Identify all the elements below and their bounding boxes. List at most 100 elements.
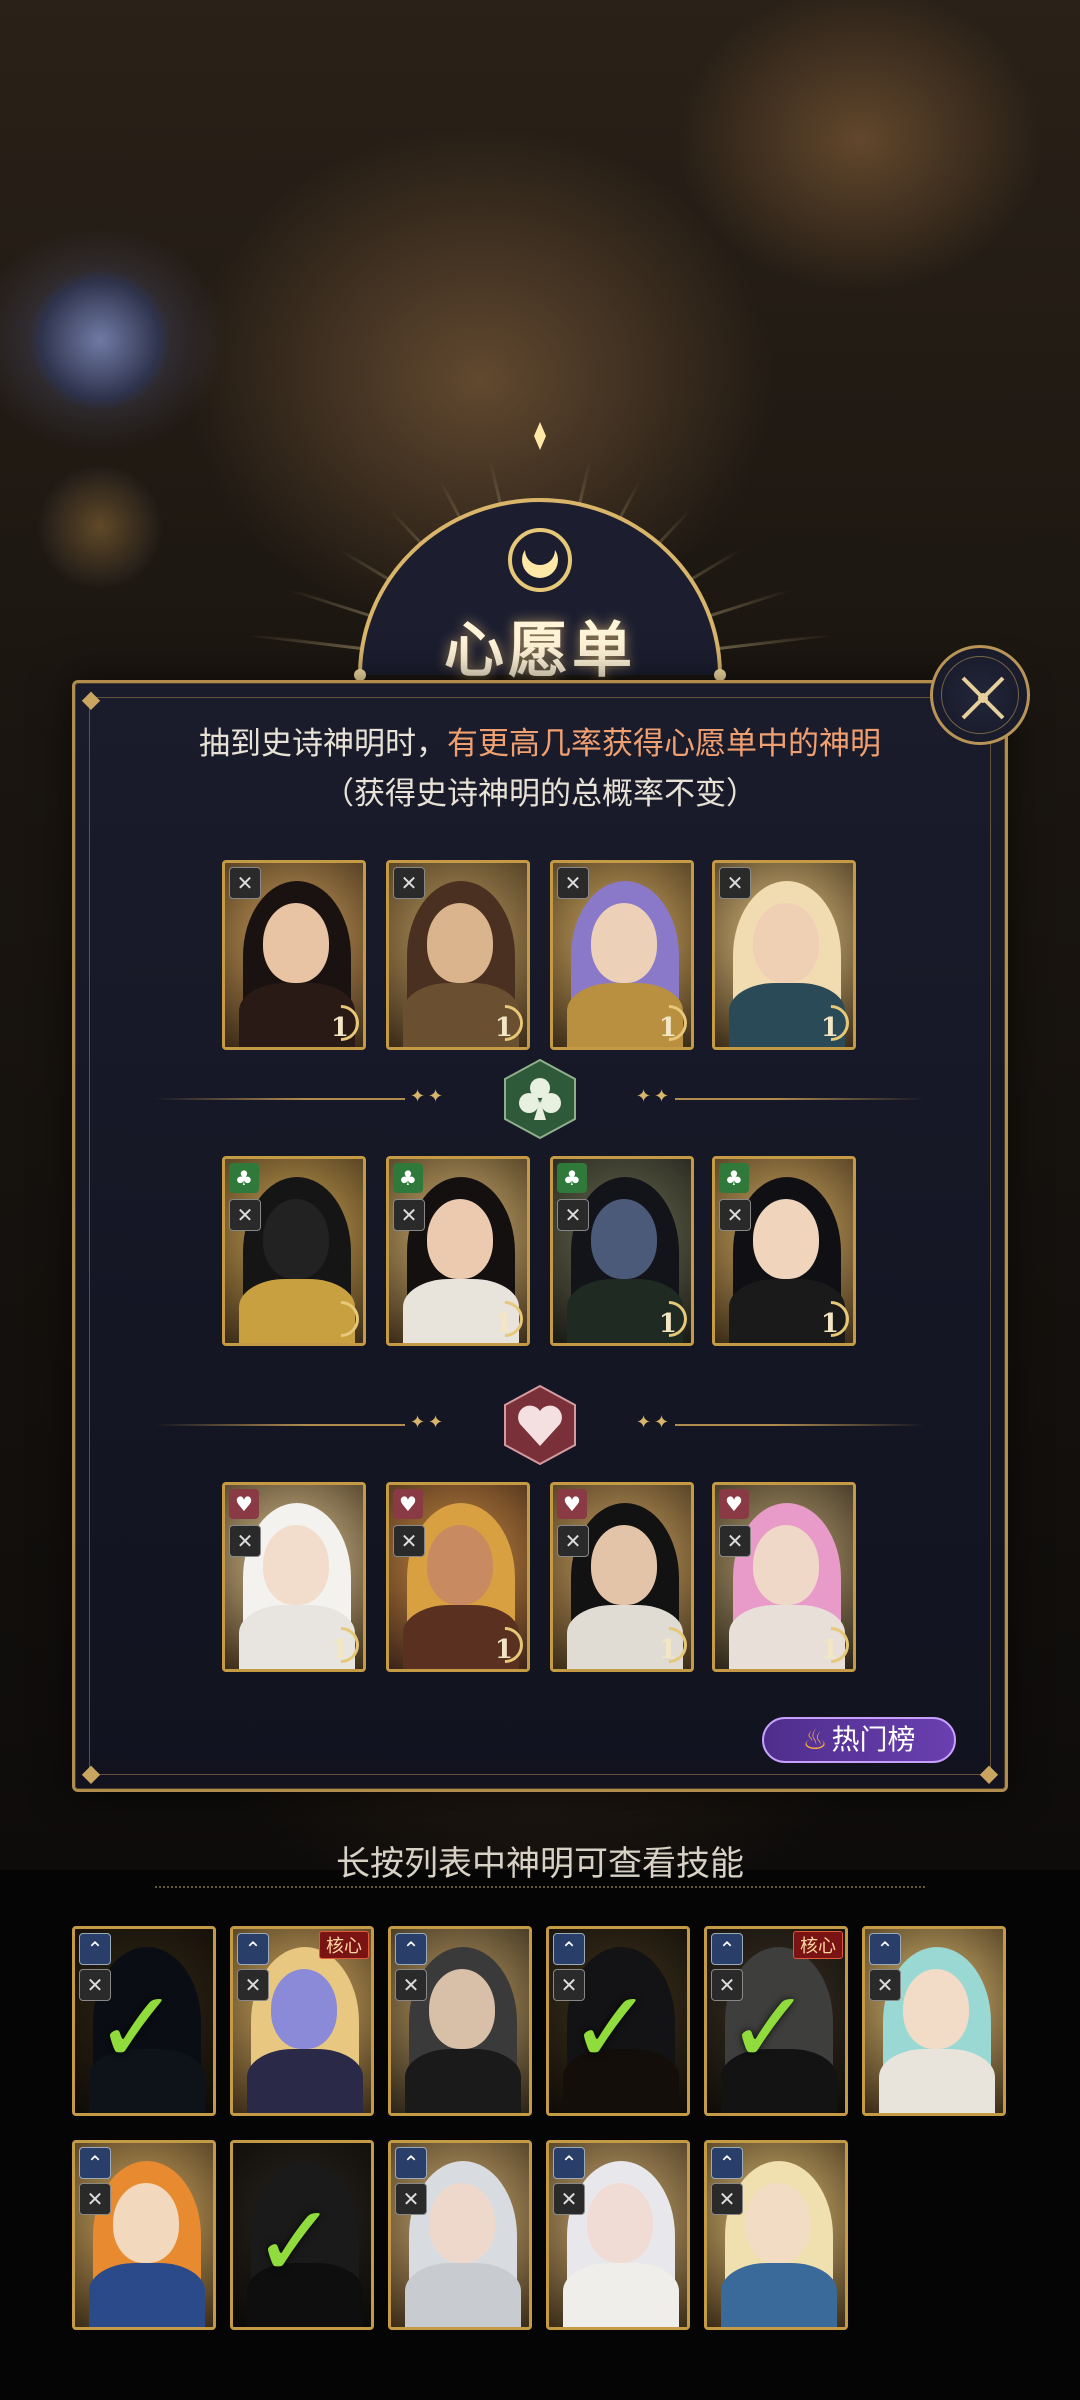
god-list-item[interactable]: ⌃ ✕ xyxy=(388,2140,532,2330)
divider-line xyxy=(675,1098,925,1100)
card-face xyxy=(427,903,493,983)
card-count: 1 xyxy=(820,1635,839,1665)
rank-icon: ⌃ xyxy=(79,2147,111,2179)
wishlist-card[interactable]: ♥ ✕ 1 xyxy=(712,1482,856,1672)
corner-ornament-icon: ◆ xyxy=(81,1759,101,1787)
card-face xyxy=(263,1199,329,1279)
description-line-1: 抽到史诗神明时，有更高几率获得心愿单中的神明 xyxy=(0,718,1080,763)
card-count: 1 xyxy=(820,1309,839,1339)
corner-ornament-icon: ◆ xyxy=(979,1759,999,1787)
card-face xyxy=(427,1525,493,1605)
rank-icon: ⌃ xyxy=(237,1933,269,1965)
wishlist-card[interactable]: ✕ 1 xyxy=(222,860,366,1050)
checkmark-icon: ✓ xyxy=(569,1969,653,2086)
wishlist-card[interactable]: ♣ ✕ 1 xyxy=(386,1156,530,1346)
wishlist-panel xyxy=(72,680,1008,1792)
god-list-item[interactable]: ✓ xyxy=(230,2140,374,2330)
sparkle-icon: ✦ xyxy=(410,1086,426,1107)
wishlist-card[interactable]: ♥ ✕ 1 xyxy=(222,1482,366,1672)
god-list-item[interactable]: ⌃ ✕ 核心 xyxy=(230,1926,374,2116)
card-face xyxy=(753,1199,819,1279)
core-badge: 核心 xyxy=(793,1931,843,1959)
card-body xyxy=(405,2263,521,2327)
god-list-item[interactable]: ⌃ ✕ ✓ xyxy=(546,1926,690,2116)
long-press-hint: 长按列表中神明可查看技能 xyxy=(336,1844,744,1884)
card-count: 1 xyxy=(658,1013,677,1043)
card-face xyxy=(587,2183,653,2263)
wishlist-card[interactable]: ✕ 1 xyxy=(712,860,856,1050)
weapon-icon: ✕ xyxy=(395,2183,427,2215)
sparkle-icon: ✦ xyxy=(654,1412,670,1433)
god-list-item[interactable]: ⌃ ✕ xyxy=(862,1926,1006,2116)
card-count: 1 xyxy=(820,1013,839,1043)
flame-icon: ♨ xyxy=(802,1723,828,1756)
heart-icon: ♥ xyxy=(557,1489,587,1519)
club-suit-badge xyxy=(503,1058,577,1140)
card-face xyxy=(113,2183,179,2263)
card-count: 1 xyxy=(494,1013,513,1043)
card-face xyxy=(263,903,329,983)
rank-icon: ⌃ xyxy=(869,1933,901,1965)
card-face xyxy=(745,2183,811,2263)
hint-underline xyxy=(155,1886,925,1888)
corner-ornament-icon: ◆ xyxy=(81,685,101,713)
card-body xyxy=(405,2049,521,2113)
card-face xyxy=(427,1199,493,1279)
wishlist-card[interactable]: ✕ 1 xyxy=(386,860,530,1050)
card-count: 1 xyxy=(494,1635,513,1665)
sparkle-icon: ✦ xyxy=(428,1412,444,1433)
heart-icon: ♥ xyxy=(229,1489,259,1519)
weapon-icon: ✕ xyxy=(393,1525,425,1557)
checkmark-icon: ✓ xyxy=(727,1969,811,2086)
checkmark-icon: ✓ xyxy=(95,1969,179,2086)
god-list-item[interactable]: ⌃ ✕ xyxy=(72,2140,216,2330)
god-list-item[interactable]: ⌃ ✕ xyxy=(704,2140,848,2330)
hot-button-label: 热门榜 xyxy=(831,1723,916,1756)
wishlist-card[interactable]: ♥ ✕ 1 xyxy=(550,1482,694,1672)
weapon-icon: ✕ xyxy=(237,1969,269,2001)
club-icon: ♣ xyxy=(393,1163,423,1193)
divider-line xyxy=(155,1098,405,1100)
wishlist-card[interactable]: ♣ ✕ xyxy=(222,1156,366,1346)
card-body xyxy=(721,2263,837,2327)
card-body xyxy=(247,2049,363,2113)
weapon-icon: ✕ xyxy=(393,867,425,899)
weapon-icon: ✕ xyxy=(719,1525,751,1557)
card-count: 1 xyxy=(494,1309,513,1339)
card-face xyxy=(271,1969,337,2049)
rank-icon: ⌃ xyxy=(553,1933,585,1965)
heart-suit-badge xyxy=(503,1384,577,1466)
card-face xyxy=(591,1199,657,1279)
wishlist-card[interactable]: ♣ ✕ 1 xyxy=(712,1156,856,1346)
god-list-item[interactable]: ⌃ ✕ xyxy=(388,1926,532,2116)
weapon-icon: ✕ xyxy=(557,1199,589,1231)
weapon-icon: ✕ xyxy=(393,1199,425,1231)
wishlist-card[interactable]: ♣ ✕ 1 xyxy=(550,1156,694,1346)
card-face xyxy=(429,1969,495,2049)
rank-icon: ⌃ xyxy=(79,1933,111,1965)
club-icon: ♣ xyxy=(719,1163,749,1193)
hot-ranking-button[interactable]: ♨ 热门榜 xyxy=(762,1717,956,1763)
card-face xyxy=(263,1525,329,1605)
god-list-item[interactable]: ⌃ ✕ ✓ xyxy=(72,1926,216,2116)
weapon-icon: ✕ xyxy=(711,2183,743,2215)
weapon-icon: ✕ xyxy=(229,1199,261,1231)
card-face xyxy=(753,1525,819,1605)
club-icon: ♣ xyxy=(229,1163,259,1193)
card-face xyxy=(591,1525,657,1605)
rank-icon: ⌃ xyxy=(553,2147,585,2179)
card-count: 1 xyxy=(330,1635,349,1665)
god-list-item[interactable]: ⌃ ✕ xyxy=(546,2140,690,2330)
wishlist-card[interactable]: ♥ ✕ 1 xyxy=(386,1482,530,1672)
divider-line xyxy=(675,1424,925,1426)
description-highlight: 有更高几率获得心愿单中的神明 xyxy=(447,726,881,762)
card-count: 1 xyxy=(330,1013,349,1043)
club-icon xyxy=(504,1058,576,1140)
god-list-item[interactable]: ⌃ ✕ 核心 ✓ xyxy=(704,1926,848,2116)
card-face xyxy=(903,1969,969,2049)
card-face xyxy=(753,903,819,983)
rank-icon: ⌃ xyxy=(395,2147,427,2179)
wishlist-card[interactable]: ✕ 1 xyxy=(550,860,694,1050)
sparkle-icon: ✦ xyxy=(654,1086,670,1107)
card-face xyxy=(429,2183,495,2263)
